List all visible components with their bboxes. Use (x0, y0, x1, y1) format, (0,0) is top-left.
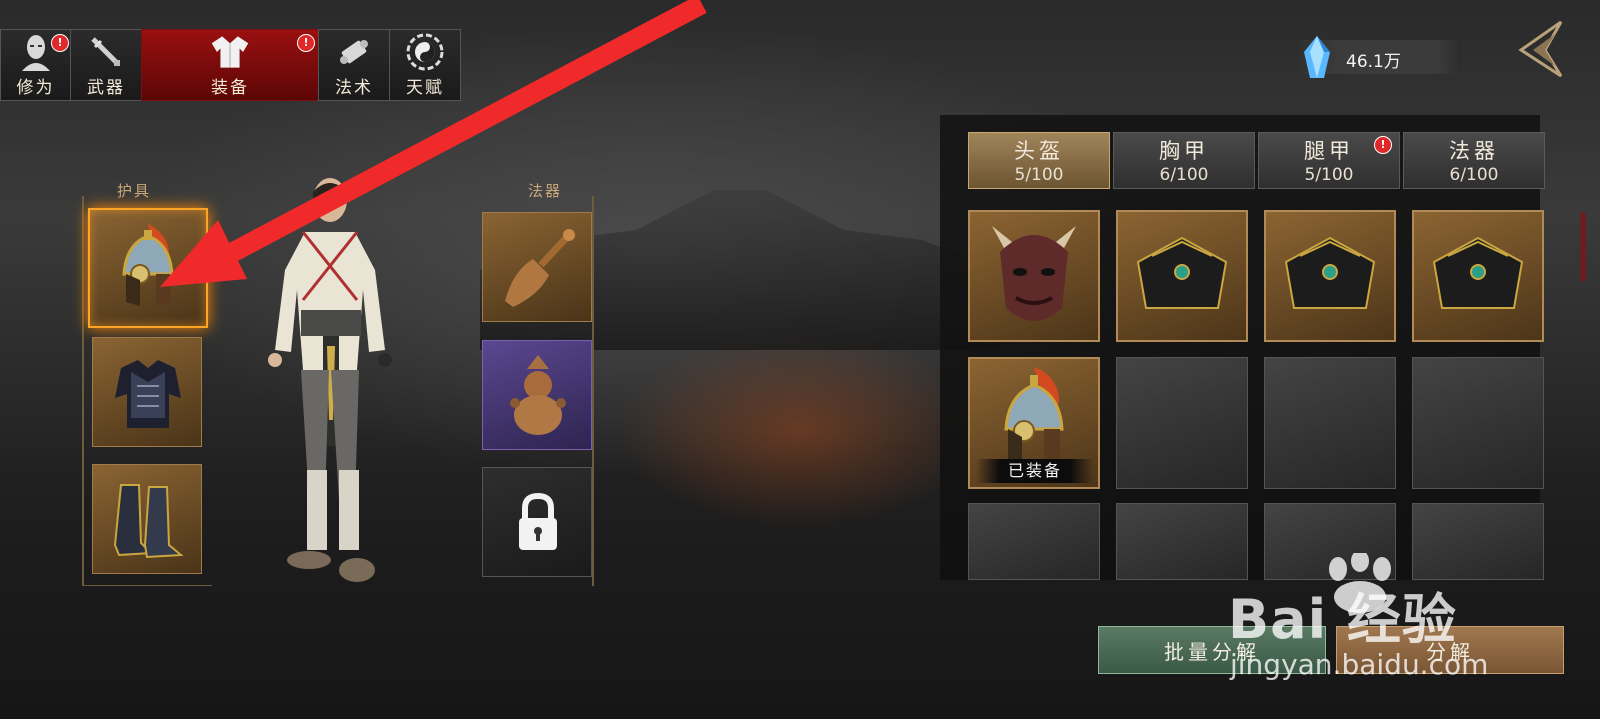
tab-chest[interactable]: 胸甲 6/100 (1113, 132, 1255, 189)
armor-frame (82, 196, 84, 586)
tab-label: 武器 (87, 78, 125, 98)
dark-robe-icon (1432, 236, 1524, 309)
tab-weapon[interactable]: 武器 (70, 29, 142, 101)
inventory-slot-empty[interactable] (1264, 357, 1396, 489)
robe-icon (210, 33, 250, 71)
armor-section-title: 护具 (117, 182, 152, 200)
armor-slot-helmet[interactable] (88, 208, 208, 328)
alert-badge: ! (297, 34, 315, 52)
tab-helmet[interactable]: 头盔 5/100 (968, 132, 1110, 189)
dark-robe-icon (1284, 236, 1376, 309)
armor-slot-boots[interactable] (92, 464, 202, 574)
tab-legs[interactable]: 腿甲 5/100 ! (1258, 132, 1400, 189)
chest-armor-icon (115, 360, 181, 428)
equipped-label: 已装备 (976, 459, 1094, 483)
tab-label: 头盔 (1014, 139, 1064, 163)
magic-slot-gourd[interactable] (482, 340, 592, 450)
tab-label: 法器 (1449, 139, 1499, 163)
dark-robe-icon (1136, 236, 1228, 309)
tab-label: 装备 (211, 78, 249, 98)
inventory-slot-empty[interactable] (968, 503, 1100, 580)
magic-slot-locked[interactable] (482, 467, 592, 577)
inventory-item[interactable] (1412, 210, 1544, 342)
tab-equipment[interactable]: 装备 ! (141, 29, 319, 101)
tab-label: 法术 (335, 78, 373, 98)
inventory-slot-empty[interactable] (1412, 357, 1544, 489)
tab-label: 胸甲 (1159, 139, 1209, 163)
magic-slot-bell[interactable] (482, 212, 592, 322)
armor-frame-bottom (82, 585, 212, 586)
tab-label: 修为 (16, 78, 55, 98)
tab-label: 天赋 (406, 78, 444, 98)
inventory-item-equipped[interactable]: 已装备 (968, 357, 1100, 489)
character-model (245, 170, 415, 610)
lock-icon (519, 492, 557, 550)
gourd-icon (510, 355, 566, 435)
tab-count: 5/100 (1014, 165, 1064, 185)
inventory-slot-empty[interactable] (1116, 357, 1248, 489)
inventory-slot-empty[interactable] (1116, 503, 1248, 580)
sword-icon (86, 33, 126, 71)
inventory-item[interactable] (968, 210, 1100, 342)
head-icon (16, 33, 56, 71)
tab-magic[interactable]: 法器 6/100 (1403, 132, 1545, 189)
tab-count: 5/100 (1304, 165, 1354, 185)
alert-badge: ! (1374, 136, 1392, 154)
currency-display: 46.1万 (1300, 36, 1462, 78)
bell-icon (505, 229, 575, 307)
scroll-icon (334, 33, 374, 71)
top-nav: 修为 ! 武器 装备 ! 法术 天赋 (0, 29, 461, 101)
watermark-text: Bai 经验 (1228, 588, 1457, 651)
tab-cultivation[interactable]: 修为 ! (0, 29, 71, 101)
bagua-icon (405, 33, 445, 71)
inventory-scrollbar[interactable] (1580, 212, 1586, 282)
watermark-url: jingyan.baidu.com (1230, 648, 1489, 681)
tab-count: 6/100 (1159, 165, 1209, 185)
armor-slot-chest[interactable] (92, 337, 202, 447)
inventory-item[interactable] (1116, 210, 1248, 342)
back-arrow-icon (1518, 20, 1563, 78)
boots-icon (113, 484, 184, 559)
close-button[interactable] (1515, 18, 1571, 80)
tab-talent[interactable]: 天赋 (389, 29, 461, 101)
tab-spell[interactable]: 法术 (318, 29, 390, 101)
inventory-slot-empty[interactable] (1412, 503, 1544, 580)
tab-count: 6/100 (1449, 165, 1499, 185)
helmet-icon (122, 224, 174, 306)
magic-section-title: 法器 (528, 182, 563, 200)
inventory-item[interactable] (1264, 210, 1396, 342)
currency-value: 46.1万 (1346, 52, 1401, 72)
crystal-icon (1300, 34, 1334, 86)
demon-mask-icon (992, 226, 1076, 321)
alert-badge: ! (51, 34, 69, 52)
